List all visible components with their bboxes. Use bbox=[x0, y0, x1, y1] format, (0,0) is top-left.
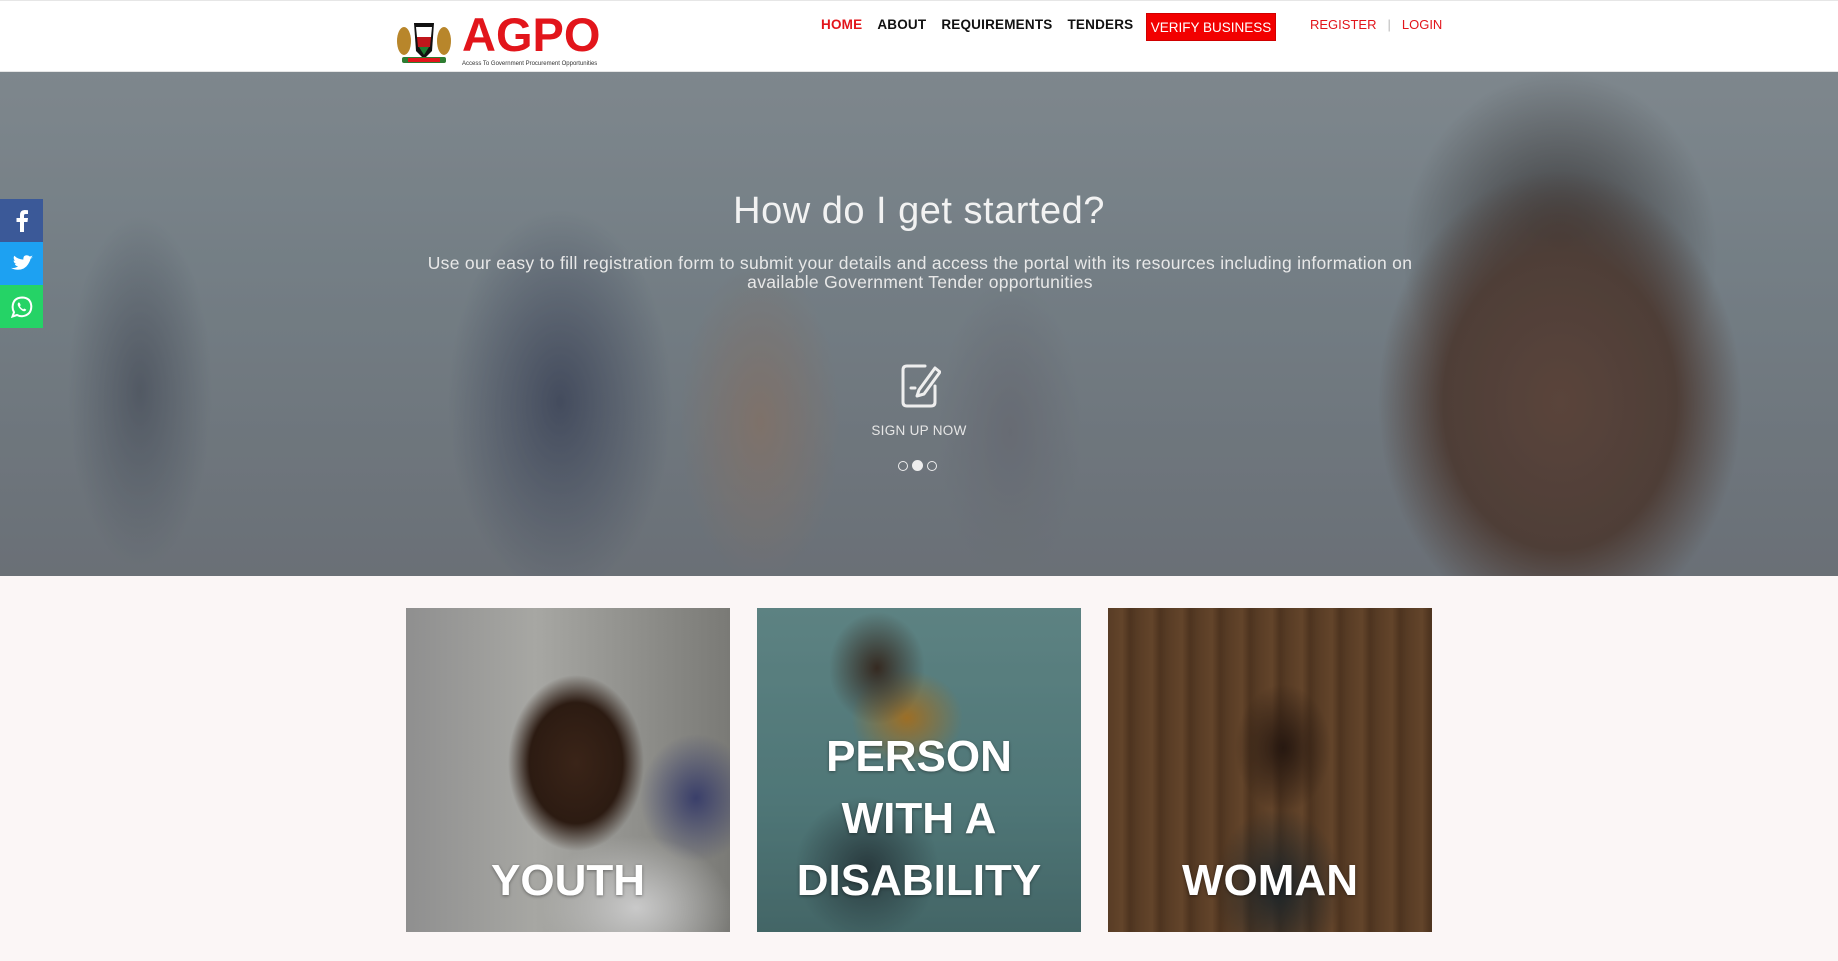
slider-dot-3[interactable] bbox=[927, 460, 937, 471]
hero-subtitle: Use our easy to fill registration form t… bbox=[427, 253, 1413, 292]
slider-dots bbox=[898, 460, 937, 471]
whatsapp-icon bbox=[10, 295, 32, 318]
pwd-card-label-line2: WITH A bbox=[841, 794, 997, 843]
nav-tenders[interactable]: TENDERS bbox=[1067, 17, 1133, 32]
nav-home[interactable]: HOME bbox=[821, 17, 862, 32]
slider-dot-1[interactable] bbox=[898, 460, 908, 471]
pwd-card-label-line3: DISABILITY bbox=[796, 856, 1042, 905]
youth-card-label: YOUTH bbox=[491, 856, 645, 905]
auth-separator: | bbox=[1387, 17, 1391, 32]
edit-document-icon bbox=[901, 364, 942, 408]
facebook-share-button[interactable] bbox=[0, 199, 43, 242]
site-header: AGPO Access To Government Procurement Op… bbox=[0, 0, 1838, 72]
kenya-coat-of-arms-icon bbox=[397, 23, 451, 63]
social-share-bar bbox=[0, 199, 43, 328]
nav-requirements[interactable]: REQUIREMENTS bbox=[941, 17, 1052, 32]
target-group-cards: YOUTH PERSON WITH A DISABILITY WOMAN bbox=[406, 608, 1432, 932]
agpo-logo[interactable]: AGPO Access To Government Procurement Op… bbox=[396, 8, 611, 69]
twitter-share-button[interactable] bbox=[0, 242, 43, 285]
register-link[interactable]: REGISTER bbox=[1310, 17, 1376, 32]
hero-slider: How do I get started? Use our easy to fi… bbox=[0, 72, 1838, 576]
person-with-disability-card[interactable]: PERSON WITH A DISABILITY bbox=[757, 608, 1081, 932]
logo-tagline: Access To Government Procurement Opportu… bbox=[462, 61, 598, 67]
logo-wordmark: AGPO bbox=[462, 8, 601, 61]
youth-card[interactable]: YOUTH bbox=[406, 608, 730, 932]
nav-about[interactable]: ABOUT bbox=[877, 17, 926, 32]
woman-card[interactable]: WOMAN bbox=[1108, 608, 1432, 932]
main-nav: HOME ABOUT REQUIREMENTS TENDERS bbox=[821, 17, 1148, 32]
whatsapp-share-button[interactable] bbox=[0, 285, 43, 328]
verify-business-button[interactable]: VERIFY BUSINESS bbox=[1146, 13, 1276, 41]
woman-card-label: WOMAN bbox=[1182, 856, 1358, 905]
auth-links: REGISTER | LOGIN bbox=[1310, 17, 1442, 32]
login-link[interactable]: LOGIN bbox=[1402, 17, 1442, 32]
facebook-icon bbox=[16, 209, 28, 232]
twitter-icon bbox=[10, 254, 33, 270]
sign-up-now-button[interactable]: SIGN UP NOW bbox=[869, 362, 969, 438]
sign-up-label: SIGN UP NOW bbox=[871, 423, 967, 438]
hero-title: How do I get started? bbox=[733, 190, 1105, 232]
slider-dot-2[interactable] bbox=[912, 460, 923, 471]
pwd-card-label-line1: PERSON bbox=[826, 732, 1012, 781]
